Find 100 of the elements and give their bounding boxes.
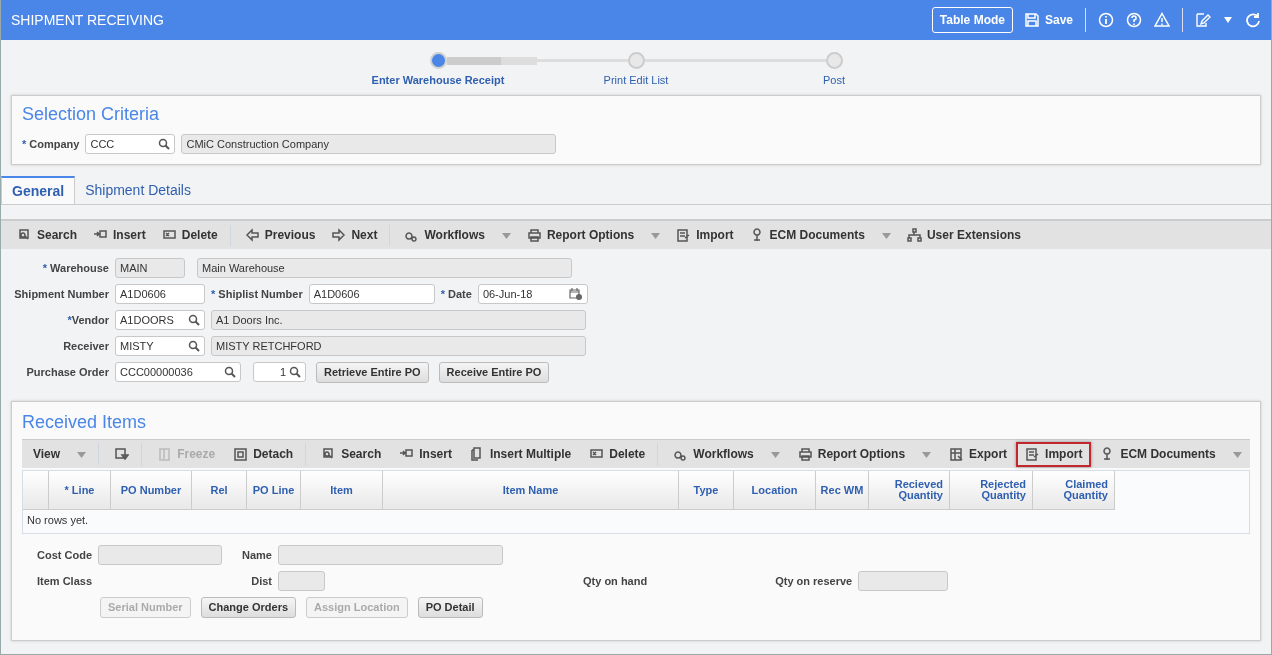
column-header[interactable]: Rec WM — [816, 471, 869, 510]
panel-title: Selection Criteria — [22, 104, 161, 125]
toolbar-button[interactable]: Search — [9, 224, 86, 246]
dropdown-caret-icon — [501, 230, 511, 240]
toolbar-button[interactable]: Workflows — [664, 441, 789, 467]
step-marker[interactable] — [429, 52, 447, 69]
search-icon[interactable] — [188, 314, 200, 326]
field-label: * Company — [22, 138, 80, 150]
window-title: SHIPMENT RECEIVING — [11, 12, 164, 28]
shipment-number-field[interactable]: A1D0606 — [115, 284, 205, 304]
info-icon[interactable] — [1098, 12, 1114, 28]
import-icon — [1025, 446, 1041, 462]
step-marker[interactable] — [627, 52, 645, 69]
extensions-icon — [906, 227, 922, 243]
form-button[interactable]: Receive Entire PO — [438, 361, 550, 383]
detach-icon — [233, 446, 249, 462]
column-header[interactable]: Item — [301, 471, 383, 510]
toolbar-button[interactable]: Insert — [85, 224, 154, 246]
step-marker[interactable] — [825, 52, 843, 69]
column-header[interactable]: Rel — [192, 471, 247, 510]
step-label[interactable]: Enter Warehouse Receipt — [371, 74, 505, 86]
column-header[interactable]: Rejected Quantity — [950, 471, 1033, 510]
form-button[interactable]: Retrieve Entire PO — [316, 361, 429, 383]
release-field[interactable]: 1 — [253, 362, 306, 382]
save-button[interactable]: Save — [1024, 13, 1073, 27]
company-field[interactable]: CCC — [85, 134, 176, 154]
toolbar-button[interactable]: Delete — [580, 441, 659, 467]
toolbar-button[interactable]: ECM Documents — [741, 224, 899, 246]
vendor-name-field: A1 Doors Inc. — [211, 310, 586, 330]
dropdown-caret-icon — [922, 449, 932, 459]
field-label: Qty on reserve — [775, 575, 853, 587]
search-icon[interactable] — [289, 366, 301, 378]
field-label: Item Class — [35, 575, 92, 587]
field-label: Name — [241, 549, 272, 561]
column-header[interactable]: Item Name — [383, 471, 679, 510]
company-name-field: CMiC Construction Company — [181, 134, 557, 154]
field-label: Cost Code — [36, 549, 92, 561]
caret-icon[interactable] — [1223, 15, 1233, 25]
step-label[interactable]: Print Edit List — [603, 74, 669, 86]
calendar-icon[interactable] — [568, 287, 583, 301]
form-button[interactable]: PO Detail — [417, 596, 483, 618]
toolbar-button[interactable]: Export — [940, 441, 1017, 467]
toolbar-button[interactable]: Import — [668, 224, 742, 246]
toolbar-button[interactable]: Previous — [236, 224, 324, 246]
date-field[interactable]: 06-Jun-18 — [477, 284, 588, 304]
help-icon[interactable] — [1126, 12, 1142, 28]
previous-icon — [244, 227, 260, 243]
toolbar-button[interactable]: Next — [323, 224, 391, 246]
toolbar-button[interactable]: Detach — [224, 441, 307, 467]
toolbar-button[interactable]: Delete — [153, 224, 231, 246]
vendor-field[interactable]: A1DOORS — [115, 310, 205, 330]
print-icon — [797, 446, 813, 462]
next-icon — [331, 227, 347, 243]
warning-icon[interactable] — [1154, 12, 1170, 28]
tab[interactable]: Shipment Details — [75, 176, 201, 204]
table-mode-button[interactable]: Table Mode — [931, 7, 1013, 33]
form-button[interactable]: Change Orders — [200, 596, 297, 618]
field-label: Receiver — [62, 340, 109, 352]
toolbar-button[interactable]: User Extensions — [898, 224, 1029, 246]
toolbar-button[interactable]: Workflows — [396, 224, 519, 246]
field-label: * Warehouse — [41, 262, 109, 274]
toolbar-button[interactable]: Import — [1016, 441, 1092, 467]
search-icon[interactable] — [158, 138, 171, 150]
column-header[interactable]: PO Number — [111, 471, 192, 510]
panel-title: Received Items — [22, 412, 148, 433]
dropdown-caret-icon — [881, 230, 891, 240]
purchase-order-field[interactable]: CCC00000036 — [115, 362, 241, 382]
dropdown-caret-icon — [770, 449, 780, 459]
toolbar-button[interactable]: View — [24, 442, 100, 466]
toolbar-button[interactable]: Report Options — [788, 441, 941, 467]
tab[interactable]: General — [1, 176, 76, 204]
search-icon[interactable] — [224, 366, 236, 378]
toolbar-button[interactable]: Search — [312, 441, 391, 467]
print-icon — [526, 227, 542, 243]
search-icon[interactable] — [188, 340, 200, 352]
toolbar-button[interactable]: Insert — [390, 441, 461, 467]
column-header[interactable]: Type — [679, 471, 734, 510]
column-header[interactable]: * Line — [49, 471, 111, 510]
shiplist-number-field[interactable]: A1D0606 — [308, 284, 435, 304]
column-header[interactable]: PO Line — [247, 471, 301, 510]
column-header[interactable]: Claimed Quantity — [1033, 471, 1115, 510]
empty-message: No rows yet. — [26, 513, 90, 528]
field-label: Purchase Order — [25, 366, 109, 378]
refresh-icon[interactable] — [1245, 12, 1261, 28]
column-header[interactable]: Recieved Quantity — [869, 471, 950, 510]
dist-field — [278, 571, 325, 591]
toolbar-button[interactable]: Report Options — [518, 224, 669, 246]
step-label[interactable]: Post — [823, 74, 845, 86]
field-label: * Date — [440, 288, 472, 300]
import-icon — [676, 227, 692, 243]
receiver-field[interactable]: MISTY — [115, 336, 205, 356]
dropdown-caret-icon — [77, 449, 87, 459]
column-header[interactable]: Location — [734, 471, 816, 510]
freeze-icon — [157, 446, 173, 462]
edit-icon[interactable] — [1195, 12, 1211, 28]
toolbar-button[interactable]: Insert Multiple — [460, 441, 581, 467]
toolbar-button[interactable]: ECM Documents — [1091, 441, 1251, 467]
select-column-header — [23, 471, 49, 510]
export-icon — [949, 446, 965, 462]
filter-icon — [114, 446, 130, 462]
